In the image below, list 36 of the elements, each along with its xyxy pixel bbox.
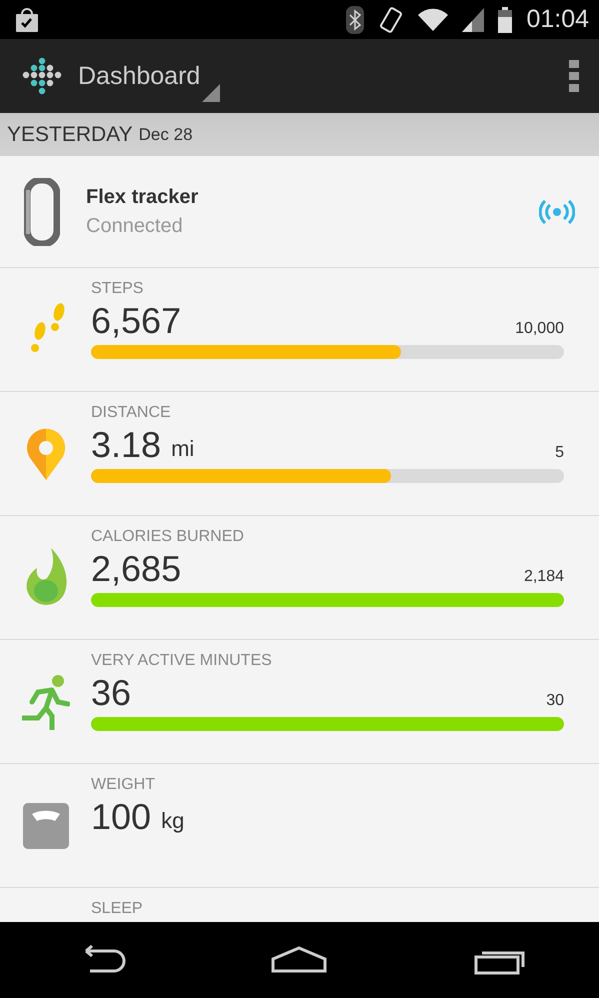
clock-time: 01:04 [526, 5, 589, 34]
stat-value: 36 [91, 672, 132, 714]
scale-icon [22, 802, 68, 848]
wristband-icon [24, 178, 60, 246]
device-status: Connected [86, 214, 184, 238]
stat-value: 2,685 [91, 548, 182, 590]
dropdown-triangle-icon [202, 84, 220, 102]
stat-value: 100 [91, 796, 152, 838]
shopping-bag-icon [14, 6, 40, 32]
date-label: Dec 28 [138, 124, 193, 144]
goal-value: 10,000 [515, 320, 564, 338]
stat-value: 6,567 [91, 300, 182, 342]
stat-value: 3.18 [91, 424, 162, 466]
battery-icon [498, 6, 512, 32]
wifi-icon [418, 8, 448, 32]
home-icon[interactable] [270, 945, 328, 975]
flame-icon [24, 548, 66, 608]
stat-label: SLEEP [91, 900, 143, 918]
running-figure-icon [22, 674, 70, 730]
unit-label: kg [161, 808, 184, 834]
device-name: Flex tracker [86, 186, 200, 208]
phone-vibrate-icon [378, 6, 404, 34]
location-pin-icon [26, 428, 66, 480]
bluetooth-icon [346, 6, 364, 34]
stat-label: STEPS [91, 280, 144, 298]
stat-label: WEIGHT [91, 776, 155, 794]
goal-value: 30 [546, 692, 564, 710]
stat-label: CALORIES BURNED [91, 528, 244, 546]
goal-value: 5 [555, 444, 564, 462]
day-label: YESTERDAY [7, 122, 133, 146]
goal-value: 2,184 [524, 568, 564, 586]
stat-label: VERY ACTIVE MINUTES [91, 652, 272, 670]
unit-label: mi [171, 436, 194, 462]
signal-icon [462, 8, 484, 32]
stat-label: DISTANCE [91, 404, 171, 422]
overflow-menu-icon[interactable] [569, 60, 579, 92]
